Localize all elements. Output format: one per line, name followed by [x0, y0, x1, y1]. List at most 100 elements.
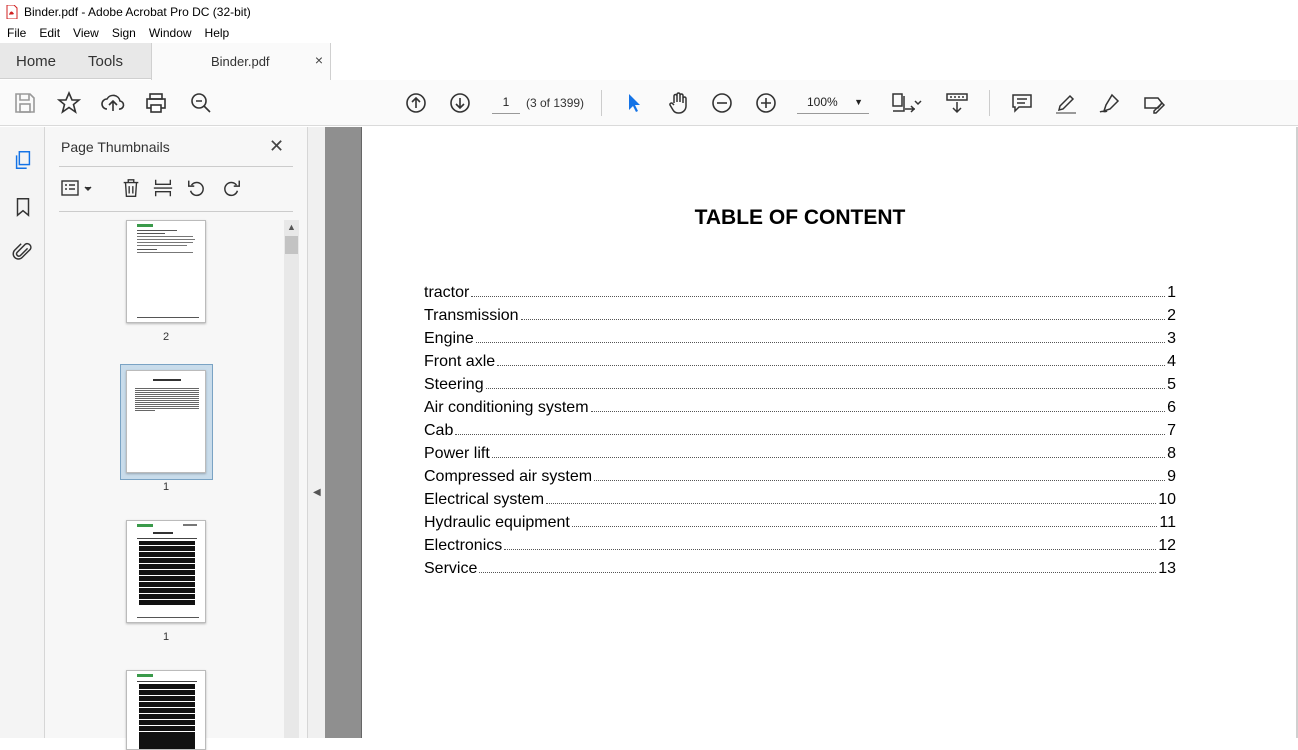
scroll-up-icon[interactable]: ▲: [287, 222, 296, 232]
highlight-icon[interactable]: [1053, 90, 1079, 116]
save-icon[interactable]: [12, 90, 38, 116]
toc-entry-title: Hydraulic equipment: [424, 514, 570, 531]
thumbnail-label: 1: [162, 481, 170, 493]
toc-entry[interactable]: Air conditioning system 6: [424, 399, 1176, 422]
tab-close-icon[interactable]: ×: [315, 52, 323, 68]
attachment-icon[interactable]: [10, 239, 36, 265]
toc-entry[interactable]: Transmission 2: [424, 307, 1176, 330]
toc-entry[interactable]: Hydraulic equipment 11: [424, 514, 1176, 537]
page-thumbnail[interactable]: [126, 220, 206, 323]
thumbnail-content-icon: [137, 224, 199, 318]
toc-entry[interactable]: tractor 1: [424, 284, 1176, 307]
toc-dot-leader: [590, 411, 1166, 412]
print-icon[interactable]: [143, 90, 169, 116]
split-page-icon[interactable]: [151, 176, 175, 200]
toc-entry-page: 4: [1167, 353, 1176, 370]
fill-sign-icon[interactable]: [1141, 90, 1167, 116]
zoom-value: 100%: [807, 95, 838, 109]
page-thumbnail[interactable]: [126, 670, 206, 750]
toc-entry[interactable]: Compressed air system 9: [424, 468, 1176, 491]
toc-entry-title: Compressed air system: [424, 468, 593, 485]
toc-dot-leader: [497, 365, 1166, 366]
pdf-file-icon: [6, 4, 18, 19]
main-toolbar: 1 (3 of 1399) 100% ▼: [0, 80, 1298, 126]
toc-entry[interactable]: Electronics 12: [424, 537, 1176, 560]
toc-entry-title: Electrical system: [424, 491, 545, 508]
tab-home[interactable]: Home: [16, 53, 56, 70]
panel-collapse-strip[interactable]: ◀: [307, 127, 325, 738]
toc-dot-leader: [546, 503, 1157, 504]
bookmark-icon[interactable]: [10, 194, 36, 220]
tab-document[interactable]: Binder.pdf ×: [151, 43, 331, 80]
upload-icon[interactable]: [100, 90, 126, 116]
toc-entry-page: 6: [1167, 399, 1176, 416]
toc-entry-title: Front axle: [424, 353, 496, 370]
document-title: TABLE OF CONTENT: [694, 206, 906, 229]
thumbnails-scrollbar[interactable]: ▲: [284, 220, 299, 738]
zoom-in-icon[interactable]: [753, 90, 779, 116]
thumbnail-label: 1: [162, 631, 170, 643]
toc-entry-page: 10: [1158, 491, 1176, 508]
comment-icon[interactable]: [1009, 90, 1035, 116]
toc-entry-title: Power lift: [424, 445, 490, 462]
table-of-contents: tractor 1 Transmission 2 Engine 3 Front axle 4 S…: [424, 284, 1176, 583]
search-zoom-icon[interactable]: [188, 90, 214, 116]
thumbnail-options-icon[interactable]: [59, 176, 95, 200]
page-thumbnails-icon[interactable]: [10, 147, 36, 173]
toc-entry-page: 8: [1167, 445, 1176, 462]
hand-icon[interactable]: [665, 90, 691, 116]
toc-entry[interactable]: Cab 7: [424, 422, 1176, 445]
toc-entry-page: 7: [1167, 422, 1176, 439]
panel-title: Page Thumbnails: [61, 139, 170, 155]
toc-entry[interactable]: Service 13: [424, 560, 1176, 583]
zoom-select[interactable]: 100% ▼: [797, 92, 869, 114]
tab-bar: Home Tools Binder.pdf ×: [0, 43, 1298, 80]
title-bar: Binder.pdf - Adobe Acrobat Pro DC (32-bi…: [0, 0, 1298, 23]
thumbnails-panel: Page Thumbnails ✕ 2 1 1 ▲: [45, 127, 307, 750]
zoom-out-icon[interactable]: [709, 90, 735, 116]
page-down-icon[interactable]: [447, 90, 473, 116]
close-icon[interactable]: ✕: [269, 136, 284, 157]
toc-dot-leader: [479, 572, 1157, 573]
menu-edit[interactable]: Edit: [32, 26, 66, 40]
delete-icon[interactable]: [119, 176, 143, 200]
menu-view[interactable]: View: [66, 26, 105, 40]
toc-dot-leader: [485, 388, 1166, 389]
toc-entry[interactable]: Front axle 4: [424, 353, 1176, 376]
toc-entry-title: Service: [424, 560, 478, 577]
collapse-left-icon[interactable]: ◀: [313, 487, 321, 498]
toc-entry-title: tractor: [424, 284, 470, 301]
toc-dot-leader: [520, 319, 1166, 320]
menu-window[interactable]: Window: [142, 26, 198, 40]
toolbar-divider: [989, 90, 990, 116]
menu-sign[interactable]: Sign: [105, 26, 142, 40]
scroll-mode-icon[interactable]: [944, 90, 970, 116]
toc-dot-leader: [455, 434, 1166, 435]
document-page: TABLE OF CONTENT tractor 1 Transmission 2 En…: [361, 127, 1298, 738]
star-icon[interactable]: [56, 90, 82, 116]
scrollbar-thumb[interactable]: [285, 236, 298, 254]
rotate-left-icon[interactable]: [185, 176, 209, 200]
tab-tools[interactable]: Tools: [88, 53, 123, 70]
sign-icon[interactable]: [1097, 90, 1123, 116]
fit-page-icon[interactable]: [890, 90, 926, 116]
page-thumbnail[interactable]: [126, 520, 206, 623]
page-count: (3 of 1399): [526, 96, 585, 110]
rotate-right-icon[interactable]: [219, 176, 243, 200]
toc-entry[interactable]: Steering 5: [424, 376, 1176, 399]
toc-entry[interactable]: Electrical system 10: [424, 491, 1176, 514]
toc-entry[interactable]: Power lift 8: [424, 445, 1176, 468]
page-up-icon[interactable]: [403, 90, 429, 116]
page-thumbnail-selected[interactable]: [126, 370, 206, 473]
toc-entry-page: 3: [1167, 330, 1176, 347]
toc-entry-title: Transmission: [424, 307, 519, 324]
menu-file[interactable]: File: [0, 26, 32, 40]
thumbnail-content-icon: [137, 674, 197, 749]
panel-toolbar: [59, 174, 293, 204]
menu-help[interactable]: Help: [198, 26, 236, 40]
toc-entry[interactable]: Engine 3: [424, 330, 1176, 353]
toc-entry-title: Steering: [424, 376, 484, 393]
arrow-pointer-icon[interactable]: [621, 90, 647, 116]
left-rail: [0, 127, 45, 738]
page-number-input[interactable]: 1: [492, 92, 520, 114]
